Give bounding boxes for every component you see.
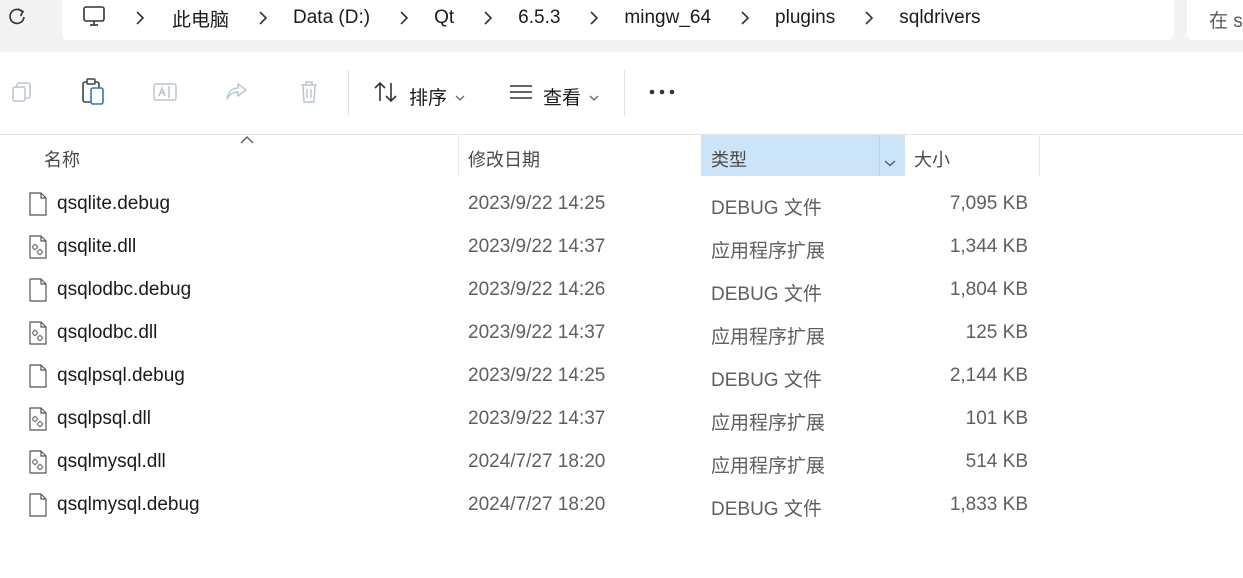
file-name[interactable]: qsqlodbc.debug (57, 279, 191, 301)
chevron-down-icon[interactable] (589, 89, 599, 107)
file-type: 应用程序扩展 (711, 413, 826, 434)
file-row[interactable]: qsqlpsql.debug 2023/9/22 14:25 DEBUG 文件 2,1… (0, 354, 1243, 397)
file-type: 应用程序扩展 (711, 456, 826, 477)
breadcrumb-item-qt[interactable]: Qt (434, 7, 454, 29)
file-modified-date: 2023/9/22 14:25 (468, 365, 606, 386)
delete-icon[interactable] (295, 78, 323, 106)
command-bar: 排序 查看 (0, 52, 1243, 135)
file-row[interactable]: qsqlpsql.dll 2023/9/22 14:37 应用程序扩展 101 KB (0, 397, 1243, 440)
file-name[interactable]: qsqlite.debug (57, 193, 170, 215)
column-header-type-label: 类型 (711, 150, 747, 170)
paste-icon[interactable] (79, 78, 107, 106)
chevron-right-icon[interactable] (859, 11, 879, 25)
breadcrumb-item-data-drive[interactable]: Data (D:) (293, 7, 370, 29)
chevron-right-icon[interactable] (584, 11, 604, 25)
share-icon[interactable] (223, 78, 251, 106)
more-options-icon[interactable] (648, 78, 676, 106)
sort-button[interactable]: 排序 (409, 83, 447, 110)
file-type: DEBUG 文件 (711, 198, 822, 219)
column-header-date-label: 修改日期 (468, 150, 540, 170)
dll-file-icon (28, 407, 48, 431)
breadcrumb-item-plugins[interactable]: plugins (775, 7, 835, 29)
file-modified-date: 2023/9/22 14:26 (468, 279, 606, 300)
file-icon (28, 192, 48, 216)
file-name[interactable]: qsqlodbc.dll (57, 322, 157, 344)
toolbar-divider (348, 70, 349, 116)
breadcrumb-item-version[interactable]: 6.5.3 (518, 7, 560, 29)
sort-icon[interactable] (372, 78, 400, 106)
column-header-size-label: 大小 (914, 150, 950, 170)
chevron-right-icon[interactable] (130, 11, 150, 25)
file-icon (28, 364, 48, 388)
file-row[interactable]: qsqlodbc.debug 2023/9/22 14:26 DEBUG 文件 1,8… (0, 268, 1243, 311)
address-bar[interactable]: 此电脑 Data (D:) Qt 6.5.3 mingw_64 plugins … (62, 0, 1174, 40)
chevron-right-icon[interactable] (735, 11, 755, 25)
chevron-down-icon[interactable] (884, 151, 896, 172)
this-pc-icon[interactable] (82, 4, 106, 28)
breadcrumb: 此电脑 Data (D:) Qt 6.5.3 mingw_64 plugins … (130, 0, 981, 36)
column-header-name[interactable]: 名称 (0, 135, 458, 176)
file-name[interactable]: qsqlite.dll (57, 236, 136, 258)
refresh-icon[interactable] (4, 4, 30, 30)
file-size: 125 KB (965, 322, 1028, 343)
file-size: 514 KB (965, 451, 1028, 472)
breadcrumb-item-this-pc[interactable]: 此电脑 (172, 5, 229, 32)
column-header-name-label: 名称 (44, 150, 80, 170)
file-modified-date: 2023/9/22 14:37 (468, 236, 606, 257)
chevron-down-icon[interactable] (455, 89, 465, 107)
dll-file-icon (28, 321, 48, 345)
file-modified-date: 2023/9/22 14:37 (468, 408, 606, 429)
file-row[interactable]: qsqlodbc.dll 2023/9/22 14:37 应用程序扩展 125 KB (0, 311, 1243, 354)
file-type: DEBUG 文件 (711, 499, 822, 520)
chevron-right-icon[interactable] (478, 11, 498, 25)
file-name[interactable]: qsqlpsql.debug (57, 365, 185, 387)
chevron-right-icon[interactable] (253, 11, 273, 25)
breadcrumb-item-mingw[interactable]: mingw_64 (624, 7, 711, 29)
file-size: 2,144 KB (949, 365, 1028, 386)
file-size: 1,804 KB (949, 279, 1028, 300)
file-name[interactable]: qsqlmysql.debug (57, 494, 200, 516)
file-row[interactable]: qsqlite.dll 2023/9/22 14:37 应用程序扩展 1,344 KB (0, 225, 1243, 268)
column-header-date[interactable]: 修改日期 (459, 135, 701, 176)
file-row[interactable]: qsqlmysql.debug 2024/7/27 18:20 DEBUG 文件 1,… (0, 483, 1243, 526)
column-header-size[interactable]: 大小 (905, 135, 1039, 176)
rename-icon[interactable] (151, 78, 179, 106)
file-type: 应用程序扩展 (711, 327, 826, 348)
column-divider (879, 135, 880, 176)
file-type: DEBUG 文件 (711, 370, 822, 391)
view-button[interactable]: 查看 (543, 83, 581, 110)
search-placeholder: 在 s (1209, 11, 1243, 32)
file-size: 101 KB (965, 408, 1028, 429)
file-type: DEBUG 文件 (711, 284, 822, 305)
view-icon[interactable] (507, 78, 535, 106)
file-icon (28, 493, 48, 517)
breadcrumb-item-sqldrivers[interactable]: sqldrivers (899, 7, 980, 29)
dll-file-icon (28, 235, 48, 259)
file-name[interactable]: qsqlmysql.dll (57, 451, 166, 473)
dll-file-icon (28, 450, 48, 474)
search-input[interactable]: 在 s (1187, 0, 1243, 40)
file-modified-date: 2024/7/27 18:20 (468, 494, 606, 515)
copy-icon[interactable] (8, 78, 36, 106)
file-modified-date: 2023/9/22 14:37 (468, 322, 606, 343)
file-size: 1,833 KB (949, 494, 1028, 515)
column-divider[interactable] (1039, 135, 1040, 176)
address-bar-area: 此电脑 Data (D:) Qt 6.5.3 mingw_64 plugins … (0, 0, 1243, 52)
file-row[interactable]: qsqlmysql.dll 2024/7/27 18:20 应用程序扩展 514 KB (0, 440, 1243, 483)
file-icon (28, 278, 48, 302)
file-modified-date: 2024/7/27 18:20 (468, 451, 606, 472)
file-type: 应用程序扩展 (711, 241, 826, 262)
file-modified-date: 2023/9/22 14:25 (468, 193, 606, 214)
file-size: 7,095 KB (949, 193, 1028, 214)
file-size: 1,344 KB (949, 236, 1028, 257)
file-name[interactable]: qsqlpsql.dll (57, 408, 151, 430)
chevron-right-icon[interactable] (394, 11, 414, 25)
column-header-type[interactable]: 类型 (701, 135, 905, 176)
toolbar-divider (624, 70, 625, 116)
file-row[interactable]: qsqlite.debug 2023/9/22 14:25 DEBUG 文件 7,09… (0, 182, 1243, 225)
